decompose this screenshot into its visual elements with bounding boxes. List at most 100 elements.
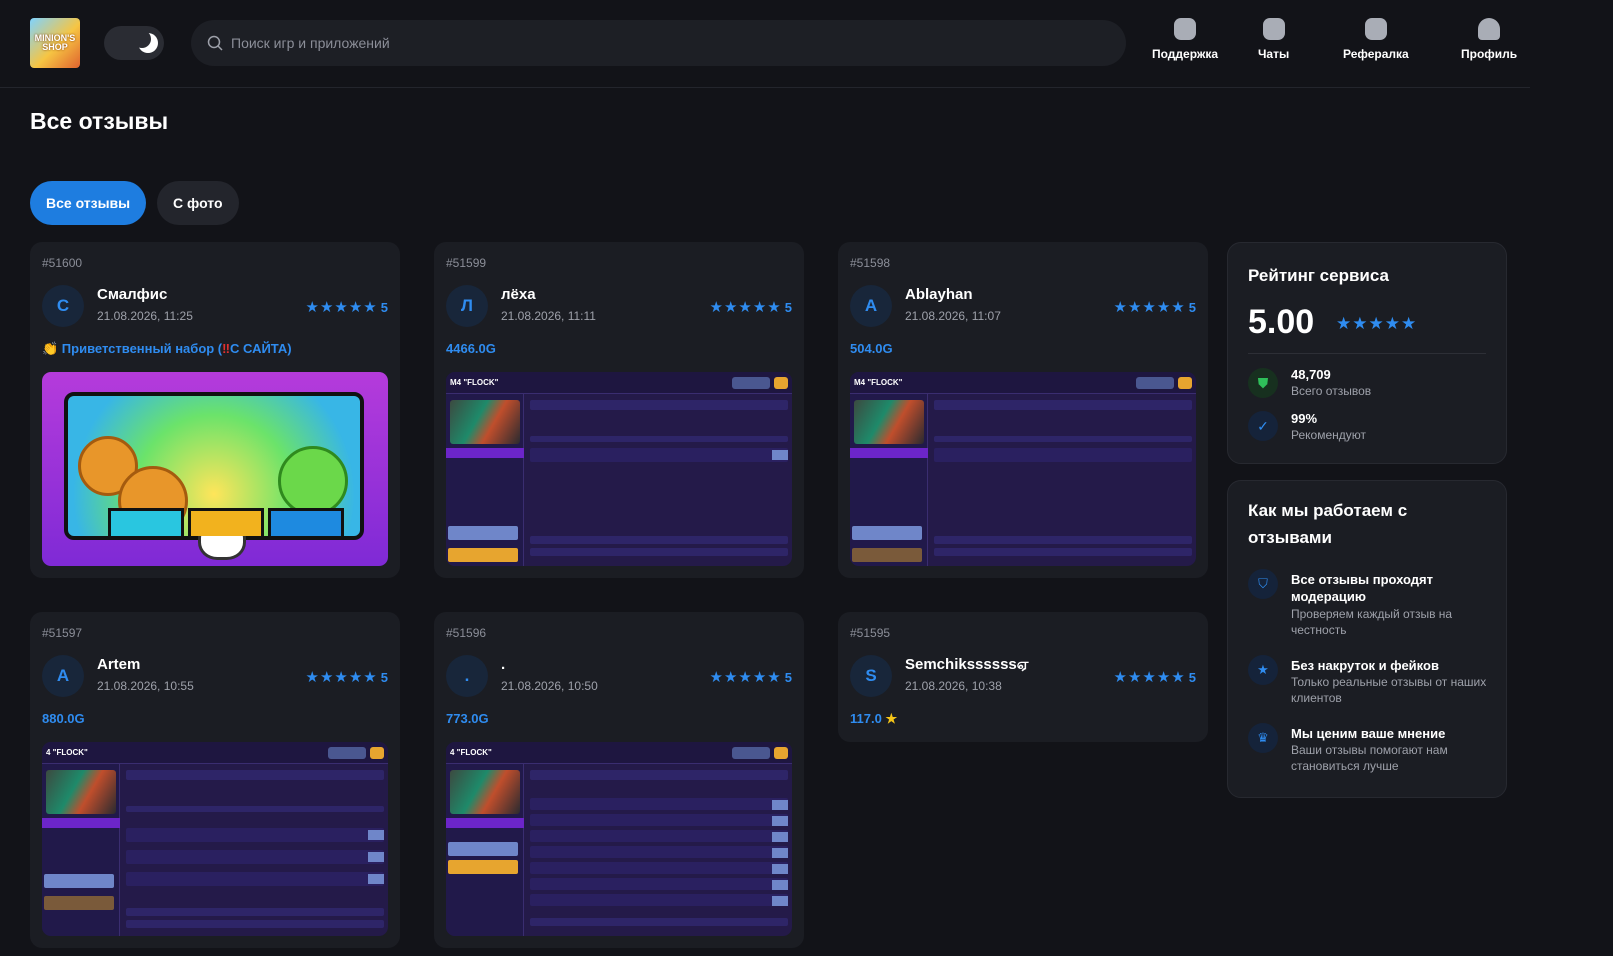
rating-value: 5 — [1188, 670, 1196, 685]
moon-icon — [133, 30, 158, 53]
how-item-title: Без накруток и фейков — [1291, 658, 1439, 673]
shot-accent — [772, 450, 788, 460]
recommend-percent: 99% — [1291, 411, 1318, 426]
shot-button — [852, 526, 922, 540]
review-text: 👏 Приветственный набор (‼С САЙТА) — [42, 341, 292, 357]
shot-bar — [530, 548, 788, 556]
referral-icon — [1364, 18, 1387, 40]
review-date: 21.08.2026, 11:07 — [905, 309, 1001, 323]
top-header: MINION'S SHOP Поддержка Чаты Рефералка П… — [0, 0, 1530, 88]
avatar: С — [42, 285, 84, 327]
shot-accent — [772, 848, 788, 858]
theme-toggle[interactable] — [104, 26, 164, 60]
shot-accent — [368, 874, 384, 884]
review-card[interactable]: #51600 С Смалфис 21.08.2026, 11:25 ★★★★★… — [30, 242, 400, 578]
shot-row — [530, 878, 788, 890]
rating-stars: ★★★★★ 5 — [305, 669, 388, 686]
shot-chip — [732, 377, 770, 389]
shop-logo[interactable]: MINION'S SHOP — [30, 18, 80, 68]
how-item-title: Мы ценим ваше мнение — [1291, 726, 1446, 741]
avatar: A — [42, 655, 84, 697]
review-id: #51600 — [42, 256, 83, 270]
rating-title: Рейтинг сервиса — [1248, 266, 1389, 285]
shot-chip — [732, 747, 770, 759]
nav-profile[interactable]: Профиль — [1461, 18, 1517, 61]
shot-button — [448, 842, 518, 856]
search-input[interactable] — [231, 20, 1091, 66]
total-reviews: 48,709 — [1291, 367, 1331, 382]
review-text-prefix: 👏 Приветственный набор ( — [42, 341, 223, 356]
review-text-suffix: С САЙТА) — [230, 341, 292, 356]
search-bar[interactable] — [191, 20, 1126, 66]
review-date: 21.08.2026, 10:38 — [905, 679, 1002, 693]
rating-value: 5 — [784, 300, 792, 315]
rating-value: 5 — [784, 670, 792, 685]
shot-row — [530, 814, 788, 826]
rating-stars: ★★★★★ 5 — [1113, 299, 1196, 316]
reviewer-name: . — [501, 656, 506, 673]
shot-bar — [126, 770, 384, 780]
review-card[interactable]: #51599 Л лёха 21.08.2026, 11:11 ★★★★★ 5 4… — [434, 242, 804, 578]
review-photo[interactable] — [42, 372, 388, 566]
review-text-mark: ‼ — [222, 341, 230, 356]
shot-topbar: 4 "FLOCK" — [446, 742, 792, 764]
reviewer-name: Ablayhan — [905, 286, 973, 303]
shot-bar — [934, 536, 1192, 544]
shot-row — [530, 862, 788, 874]
tab-all-reviews[interactable]: Все отзывы — [30, 181, 147, 225]
review-card[interactable]: #51597 A Artem 21.08.2026, 10:55 ★★★★★ 5 … — [30, 612, 400, 948]
shot-highlight — [42, 818, 120, 828]
shot-button — [44, 874, 114, 888]
check-icon: ✓ — [1248, 411, 1278, 441]
shot-accent — [772, 896, 788, 906]
review-photo[interactable]: 4 "FLOCK" — [42, 742, 388, 936]
shot-item-title: 4 "FLOCK" — [450, 748, 492, 757]
shot-item-title: 4 "FLOCK" — [46, 748, 88, 757]
review-date: 21.08.2026, 10:50 — [501, 679, 598, 693]
review-card[interactable]: #51596 . . 21.08.2026, 10:50 ★★★★★ 5 773.… — [434, 612, 804, 948]
review-photo[interactable]: M4 "FLOCK" — [446, 372, 792, 566]
review-card[interactable]: #51598 A Ablayhan 21.08.2026, 11:07 ★★★★… — [838, 242, 1208, 578]
shot-gold — [774, 747, 788, 759]
shot-button — [448, 548, 518, 562]
shot-bar — [530, 436, 788, 442]
shot-topbar: 4 "FLOCK" — [42, 742, 388, 764]
game-screen — [64, 392, 364, 560]
review-photo[interactable]: 4 "FLOCK" — [446, 742, 792, 936]
total-reviews-label: Всего отзывов — [1291, 384, 1372, 398]
shot-bar — [934, 548, 1192, 556]
shot-chip — [1136, 377, 1174, 389]
nav-referral[interactable]: Рефералка — [1343, 18, 1409, 61]
how-item-desc: Ваши отзывы помогают нам становиться луч… — [1291, 743, 1448, 773]
rating-stars: ★★★★★ 5 — [305, 299, 388, 316]
nav-chats[interactable]: Чаты — [1258, 18, 1289, 61]
tab-with-photo[interactable]: С фото — [157, 181, 239, 225]
review-date: 21.08.2026, 11:25 — [97, 309, 193, 323]
shot-topbar: M4 "FLOCK" — [850, 372, 1196, 394]
how-title: Как мы работаем с отзывами — [1248, 501, 1408, 547]
page-title: Все отзывы — [30, 108, 169, 134]
shot-list — [934, 398, 1192, 562]
reviewer-name: Semchikssssssஏ — [905, 656, 1029, 673]
shot-chip — [328, 747, 366, 759]
shot-sidebar — [446, 764, 524, 936]
review-id: #51599 — [446, 256, 487, 270]
shield-check-icon: ⛉ — [1248, 569, 1278, 599]
review-card[interactable]: #51595 S Semchikssssssஏ 21.08.2026, 10:3… — [838, 612, 1208, 742]
review-photo[interactable]: M4 "FLOCK" — [850, 372, 1196, 566]
review-text: 117.0 ★ — [850, 711, 897, 727]
avatar: . — [446, 655, 488, 697]
nav-support[interactable]: Поддержка — [1152, 18, 1218, 61]
shot-button — [448, 860, 518, 874]
star-icon: ★ — [885, 711, 898, 726]
tile-image — [268, 508, 344, 536]
shot-highlight — [446, 818, 524, 828]
shot-bar — [530, 918, 788, 926]
shot-bar — [126, 920, 384, 928]
shot-item-title: M4 "FLOCK" — [854, 378, 903, 387]
rating-panel: Рейтинг сервиса 5.00 ★★★★★ ⛊ 48,709 Всег… — [1227, 242, 1507, 464]
review-date: 21.08.2026, 10:55 — [97, 679, 194, 693]
shot-row — [934, 448, 1192, 462]
recommend-label: Рекомендуют — [1291, 428, 1366, 442]
gun-image — [450, 770, 520, 814]
